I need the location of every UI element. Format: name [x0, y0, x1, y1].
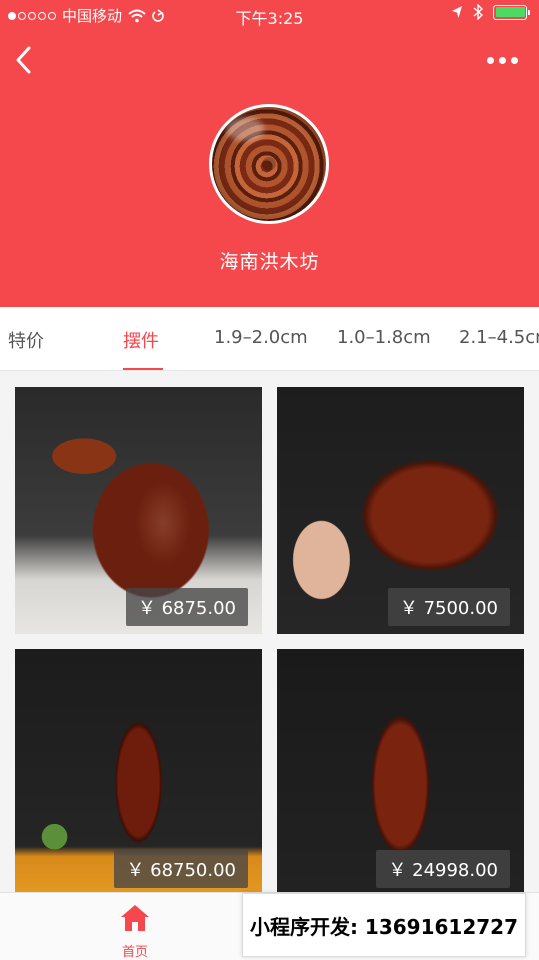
tabbar-item-home[interactable]: 首页	[95, 903, 175, 960]
bluetooth-icon	[473, 4, 483, 20]
product-card[interactable]: ￥ 24998.00	[277, 649, 524, 892]
shop-avatar[interactable]	[209, 104, 329, 224]
battery-icon	[493, 4, 530, 20]
tabbar-home-label: 首页	[121, 945, 148, 960]
tab-size-1-0-1-8[interactable]: 1.0–1.8cm	[337, 327, 431, 348]
product-card[interactable]: ￥ 7500.00	[277, 387, 524, 634]
tab-size-1-9-2-0[interactable]: 1.9–2.0cm	[214, 327, 308, 348]
shop-name: 海南洪木坊	[219, 251, 320, 273]
category-tabs: 特价 摆件 1.9–2.0cm 1.0–1.8cm 2.1–4.5cm	[0, 307, 539, 371]
status-bar: 中国移动 下午3:25	[0, 0, 539, 30]
product-price: ￥ 68750.00	[114, 850, 248, 888]
product-grid: ￥ 6875.00 ￥ 7500.00 ￥ 68750.00 ￥ 24998.0…	[0, 372, 539, 892]
active-tab-indicator	[123, 368, 163, 370]
tab-special-offer[interactable]: 特价	[8, 327, 44, 353]
tab-size-2-1-4-5[interactable]: 2.1–4.5cm	[459, 327, 539, 348]
product-price: ￥ 7500.00	[387, 588, 510, 626]
more-options-button[interactable]	[487, 52, 523, 68]
product-card[interactable]: ￥ 6875.00	[15, 387, 262, 634]
product-card[interactable]: ￥ 68750.00	[15, 649, 262, 892]
ad-banner: 小程序开发: 13691612727	[242, 893, 526, 957]
back-button[interactable]	[10, 44, 38, 78]
chevron-left-icon	[16, 46, 31, 74]
tab-ornaments[interactable]: 摆件	[123, 327, 159, 353]
ellipsis-dot	[511, 56, 518, 64]
ellipsis-dot	[499, 56, 506, 64]
location-arrow-icon	[452, 6, 462, 18]
home-icon	[121, 905, 149, 931]
status-bar-right	[451, 4, 530, 20]
ellipsis-dot	[487, 56, 494, 64]
product-price: ￥ 24998.00	[376, 850, 510, 888]
shop-header: 中国移动 下午3:25 海南洪木坊	[0, 0, 539, 307]
product-price: ￥ 6875.00	[125, 588, 248, 626]
